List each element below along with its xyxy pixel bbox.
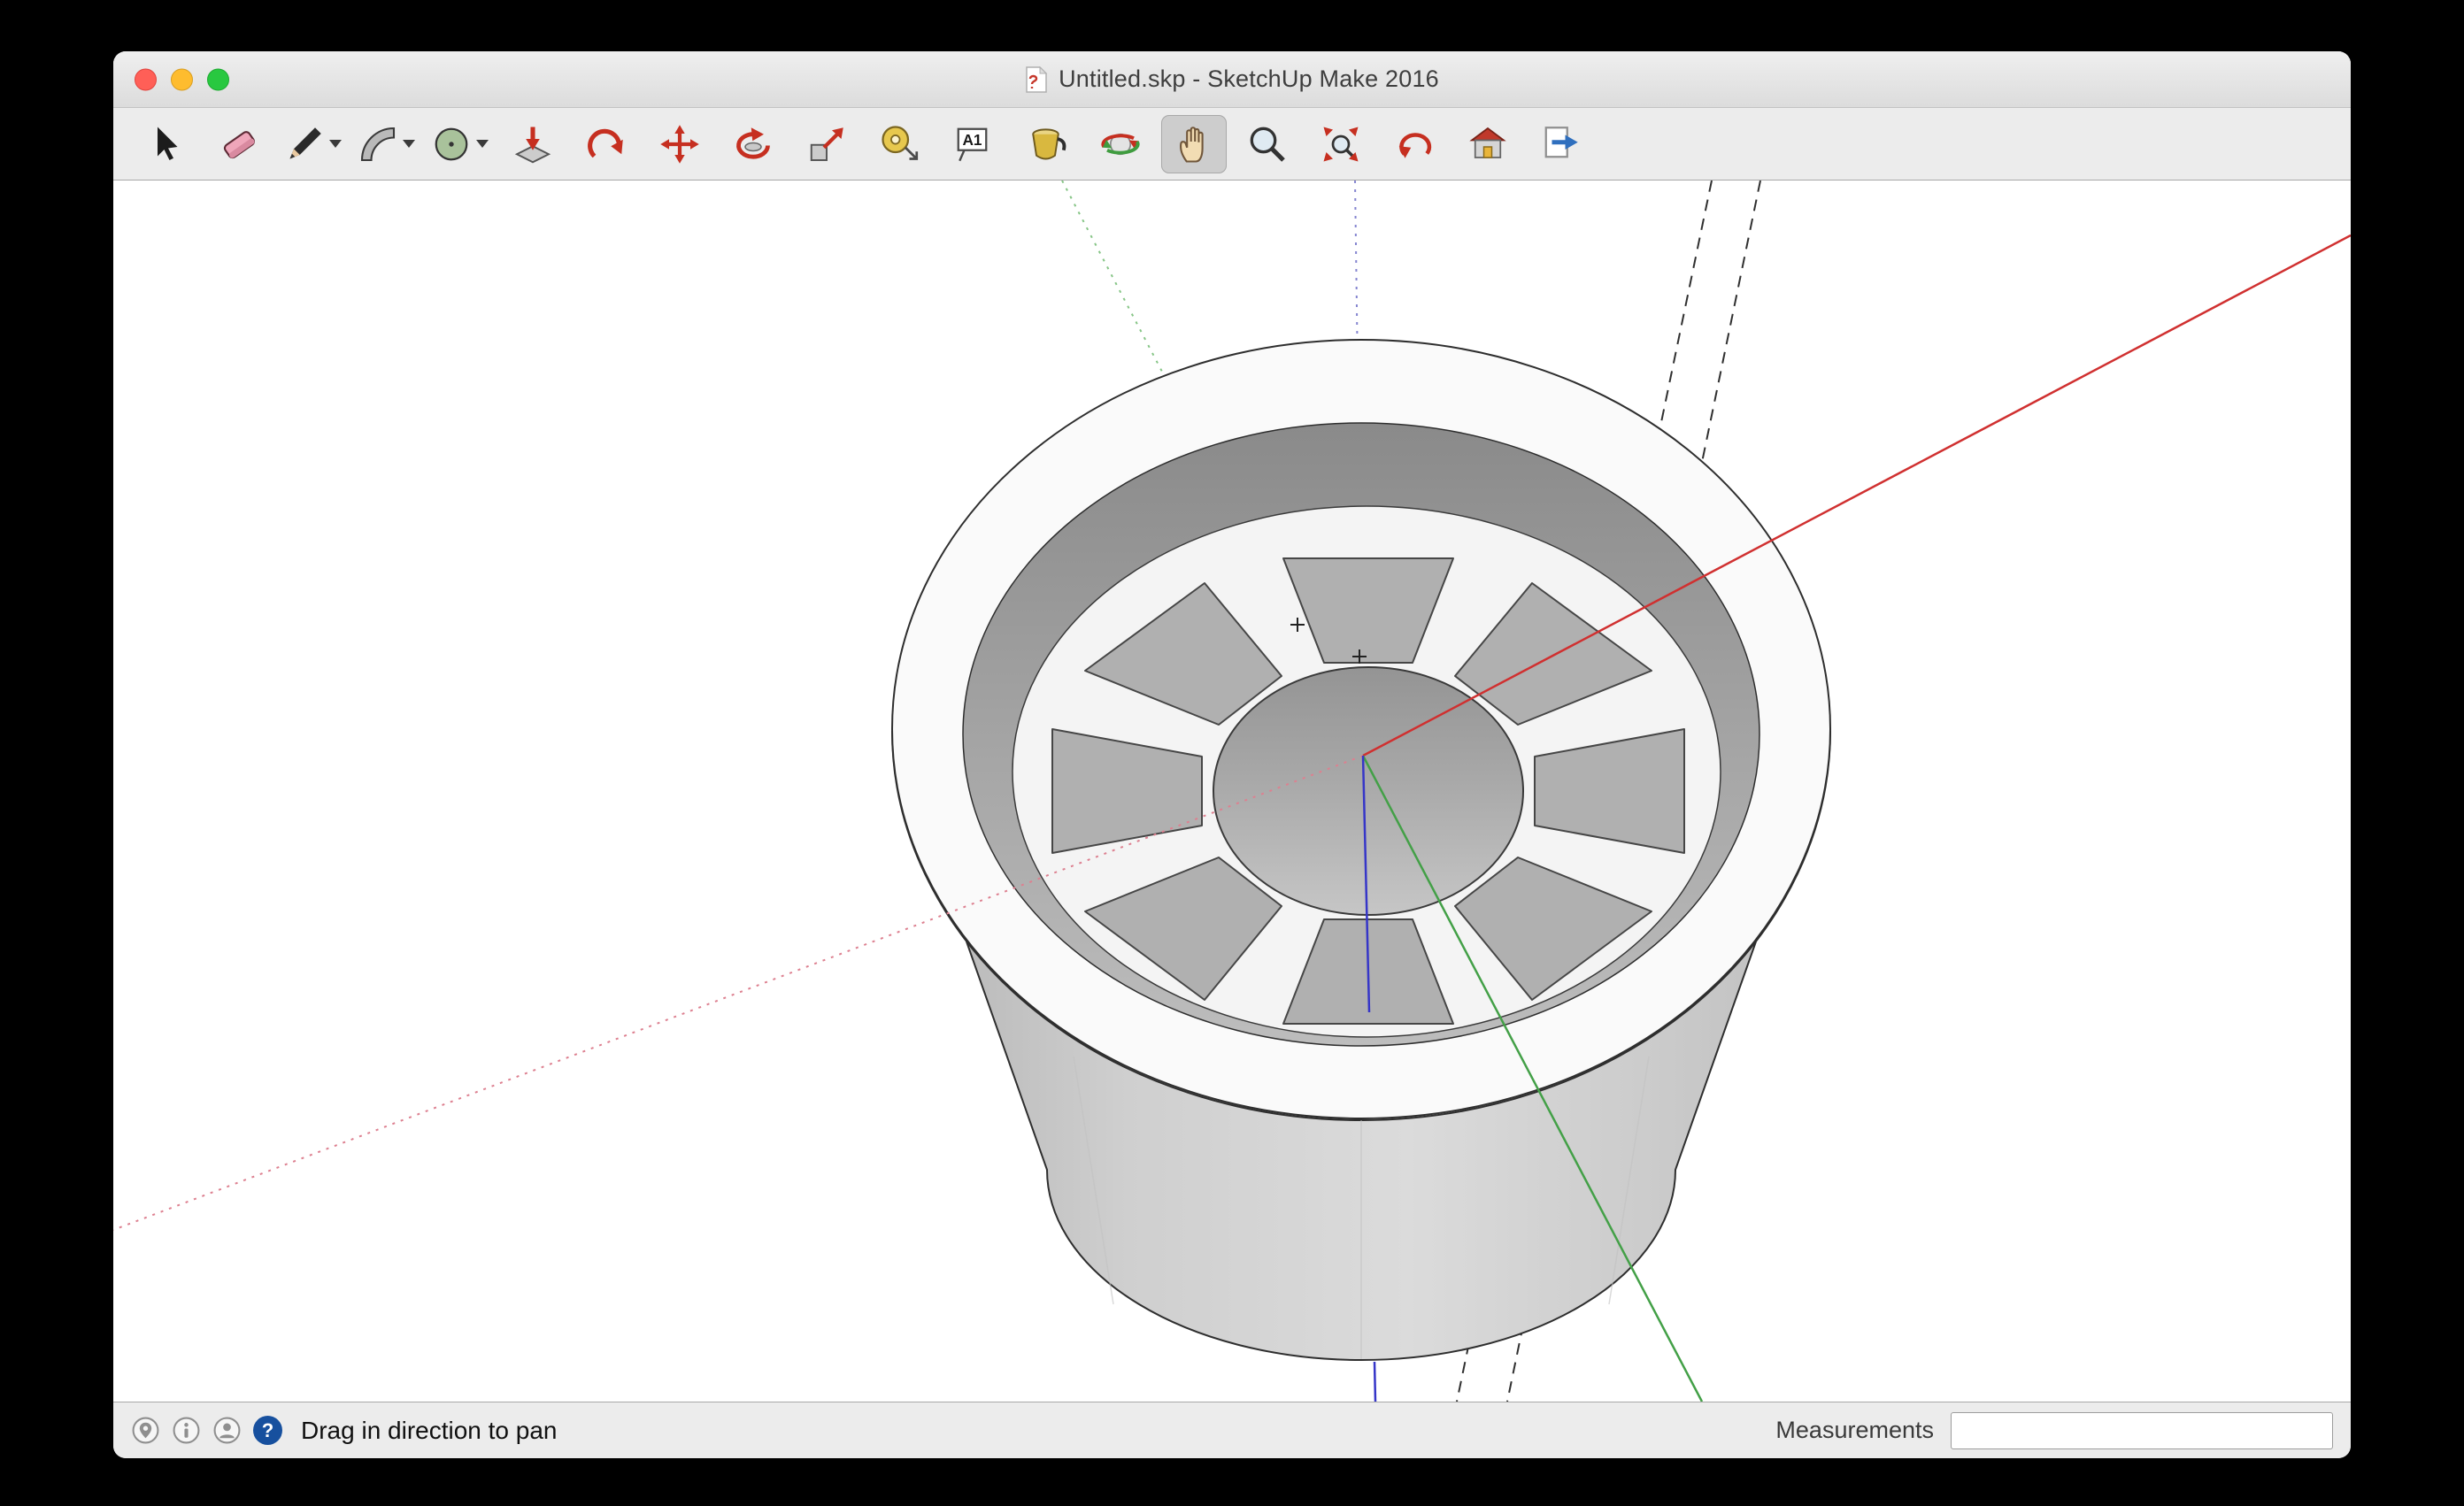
- orbit-tool-button[interactable]: [1088, 115, 1153, 173]
- line-tool-button[interactable]: [280, 115, 345, 173]
- orbit-icon: [1099, 123, 1142, 165]
- zoom-extents-button[interactable]: [1308, 115, 1374, 173]
- arc-tool-dropdown-caret[interactable]: [403, 140, 415, 148]
- scale-tool-button[interactable]: [794, 115, 859, 173]
- push-pull-icon: [512, 123, 554, 165]
- text-icon: A1: [952, 123, 995, 165]
- scene-svg: [113, 181, 2351, 1402]
- credits-icon[interactable]: [172, 1416, 201, 1445]
- scale-icon: [805, 123, 848, 165]
- geolocation-icon[interactable]: [131, 1416, 160, 1445]
- document-icon: [1025, 66, 1048, 93]
- drawing-viewport[interactable]: [113, 181, 2351, 1402]
- get-models-icon: [1467, 123, 1509, 165]
- circle-tool-dropdown-caret[interactable]: [476, 140, 489, 148]
- title-bar: Untitled.skp - SketchUp Make 2016: [113, 51, 2351, 108]
- paint-bucket-tool-button[interactable]: [1014, 115, 1080, 173]
- circle-icon: [430, 123, 473, 165]
- title-area: Untitled.skp - SketchUp Make 2016: [1025, 65, 1439, 93]
- push-pull-tool-button[interactable]: [500, 115, 566, 173]
- status-bar: ? Drag in direction to pan Measurements: [113, 1402, 2351, 1458]
- pan-tool-button[interactable]: [1161, 115, 1227, 173]
- text-tool-button[interactable]: A1: [941, 115, 1006, 173]
- zoom-extents-icon: [1320, 123, 1362, 165]
- zoom-window-button[interactable]: [207, 68, 229, 90]
- send-to-layout-button[interactable]: [1528, 115, 1594, 173]
- zoom-icon: [1246, 123, 1289, 165]
- window-title: Untitled.skp - SketchUp Make 2016: [1059, 65, 1439, 93]
- center-bore: [1213, 667, 1523, 915]
- window-controls: [135, 68, 229, 90]
- select-tool-button[interactable]: [133, 115, 198, 173]
- previous-view-button[interactable]: [1382, 115, 1447, 173]
- sketchup-window: Untitled.skp - SketchUp Make 2016: [113, 51, 2351, 1458]
- move-icon: [658, 123, 701, 165]
- measurements-input[interactable]: [1951, 1412, 2333, 1449]
- select-icon: [144, 123, 187, 165]
- user-icon[interactable]: [212, 1416, 242, 1445]
- send-to-layout-icon: [1540, 123, 1582, 165]
- line-icon: [283, 123, 326, 165]
- eraser-tool-button[interactable]: [206, 115, 272, 173]
- status-hint-text: Drag in direction to pan: [301, 1417, 558, 1445]
- help-icon[interactable]: ?: [253, 1416, 282, 1445]
- close-button[interactable]: [135, 68, 157, 90]
- tape-measure-tool-button[interactable]: [867, 115, 933, 173]
- previous-view-icon: [1393, 123, 1436, 165]
- zoom-tool-button[interactable]: [1235, 115, 1300, 173]
- blue-axis-solid-lower: [1374, 1362, 1375, 1402]
- rotate-tool-button[interactable]: [720, 115, 786, 173]
- text-icon-label: A1: [962, 130, 982, 148]
- line-tool-dropdown-caret[interactable]: [329, 140, 342, 148]
- toolbar: A1: [113, 108, 2351, 181]
- paint-bucket-icon: [1026, 123, 1068, 165]
- rotate-icon: [732, 123, 774, 165]
- arc-tool-button[interactable]: [353, 115, 419, 173]
- circle-tool-button[interactable]: [427, 115, 492, 173]
- minimize-button[interactable]: [171, 68, 193, 90]
- follow-me-tool-button[interactable]: [574, 115, 639, 173]
- cylinder-model[interactable]: [892, 340, 1830, 1360]
- follow-me-icon: [585, 123, 628, 165]
- measurements-label: Measurements: [1775, 1417, 1934, 1444]
- pan-hand-icon: [1173, 123, 1215, 165]
- move-tool-button[interactable]: [647, 115, 712, 173]
- eraser-icon: [218, 123, 260, 165]
- arc-icon: [357, 123, 399, 165]
- get-models-button[interactable]: [1455, 115, 1521, 173]
- tape-measure-icon: [879, 123, 921, 165]
